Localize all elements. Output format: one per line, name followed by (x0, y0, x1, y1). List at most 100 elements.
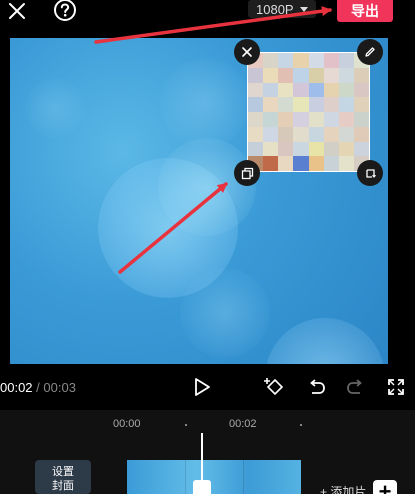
mosaic-cell (278, 97, 294, 112)
set-cover-button[interactable]: 设置 封面 (35, 460, 91, 494)
ruler-tick-label: 00:00 (113, 418, 141, 430)
mosaic-cell (293, 97, 309, 112)
current-time: 00:02 (0, 380, 33, 395)
mosaic-cell (338, 97, 354, 112)
mosaic-sticker[interactable] (247, 52, 370, 172)
mosaic-cell (323, 156, 339, 171)
mosaic-cell (338, 82, 354, 98)
time-separator: / (36, 380, 40, 395)
mosaic-cell (323, 112, 339, 127)
mosaic-cell (353, 112, 369, 127)
mosaic-cell (263, 67, 279, 83)
resolution-select[interactable]: 1080P (248, 0, 316, 18)
copy-icon[interactable] (234, 160, 260, 186)
fullscreen-icon[interactable] (384, 375, 408, 399)
mosaic-cell (323, 53, 339, 68)
mosaic-cell (293, 53, 309, 68)
add-clip-label[interactable]: + 添加片 (320, 483, 366, 494)
delete-sticker-icon[interactable] (234, 39, 260, 65)
mosaic-cell (263, 97, 279, 112)
mosaic-cell (278, 156, 294, 171)
mosaic-cell (308, 53, 324, 68)
ruler-dot (300, 424, 302, 426)
mosaic-cell (323, 67, 339, 83)
mosaic-cell (263, 126, 279, 142)
mosaic-cell (353, 126, 369, 142)
mosaic-cell (293, 126, 309, 142)
mosaic-cell (293, 156, 309, 171)
mosaic-cell (308, 112, 324, 127)
export-button[interactable]: 导出 (337, 0, 393, 22)
mosaic-cell (248, 97, 264, 112)
bokeh-circle (160, 58, 250, 148)
mosaic-cell (353, 97, 369, 112)
mosaic-cell (308, 156, 324, 171)
mosaic-cell (263, 156, 279, 171)
timeline-panel[interactable]: 00:00 00:02 设置 封面 + 添加片 + (0, 410, 415, 494)
mosaic-cell (263, 112, 279, 127)
mosaic-cell (338, 156, 354, 171)
keyframe-icon[interactable] (262, 375, 286, 399)
video-clip-track[interactable] (127, 460, 301, 494)
bokeh-circle (158, 138, 256, 236)
mosaic-cell (278, 82, 294, 98)
total-time: 00:03 (43, 380, 76, 395)
bokeh-circle (180, 268, 270, 358)
mosaic-cell (248, 126, 264, 142)
bokeh-circle (265, 318, 385, 364)
add-clip-button[interactable]: + (373, 480, 397, 494)
mosaic-cell (293, 112, 309, 127)
mosaic-cell (338, 67, 354, 83)
play-icon[interactable] (190, 375, 214, 399)
resolution-label: 1080P (256, 1, 294, 17)
mosaic-cell (263, 53, 279, 68)
mosaic-cell (353, 67, 369, 83)
mosaic-cell (308, 97, 324, 112)
mosaic-cell (338, 112, 354, 127)
mosaic-cell (353, 82, 369, 98)
bokeh-circle (25, 78, 85, 138)
mosaic-cell (338, 126, 354, 142)
redo-icon[interactable] (343, 375, 367, 399)
mosaic-cell (308, 82, 324, 98)
mosaic-cell (323, 82, 339, 98)
chevron-down-icon (299, 6, 308, 12)
mosaic-cell (263, 141, 279, 157)
mosaic-cell (278, 141, 294, 157)
mosaic-cell (323, 126, 339, 142)
mosaic-cell (308, 126, 324, 142)
mosaic-cell (278, 112, 294, 127)
mosaic-cell (293, 141, 309, 157)
mosaic-cell (248, 141, 264, 157)
mosaic-cell (248, 82, 264, 98)
close-icon[interactable] (4, 0, 30, 22)
clip-frame-divider (243, 460, 244, 494)
mosaic-cell (338, 141, 354, 157)
mosaic-cell (308, 67, 324, 83)
playback-controls: 00:02 / 00:03 (0, 372, 415, 402)
top-bar: 1080P 导出 (0, 0, 415, 30)
edit-pencil-icon[interactable] (357, 39, 383, 65)
help-icon[interactable] (52, 0, 78, 22)
ruler-dot (185, 424, 187, 426)
mosaic-cell (338, 53, 354, 68)
ruler-tick-label: 00:02 (229, 418, 257, 430)
undo-icon[interactable] (305, 375, 329, 399)
mosaic-cell (248, 112, 264, 127)
mosaic-cell (353, 141, 369, 157)
playhead-handle[interactable] (193, 480, 211, 494)
mosaic-cell (248, 67, 264, 83)
mosaic-cell (278, 53, 294, 68)
mosaic-cell (293, 82, 309, 98)
set-cover-label: 设置 封面 (52, 466, 74, 492)
mosaic-cell (278, 67, 294, 83)
time-display: 00:02 / 00:03 (0, 380, 76, 395)
rotate-scale-icon[interactable] (357, 160, 383, 186)
mosaic-cell (323, 141, 339, 157)
mosaic-cell (308, 141, 324, 157)
mosaic-cell (278, 126, 294, 142)
clip-frame-divider (185, 460, 186, 494)
mosaic-cell (293, 67, 309, 83)
mosaic-cell (263, 82, 279, 98)
mosaic-cell (323, 97, 339, 112)
